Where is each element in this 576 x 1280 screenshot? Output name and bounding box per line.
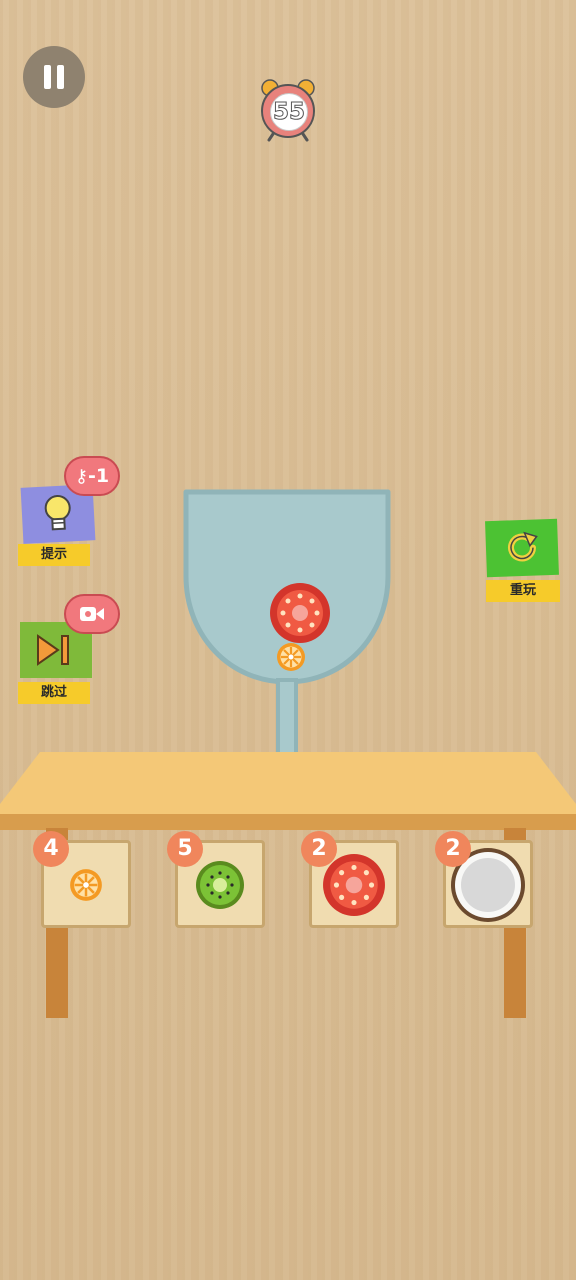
key-icon: ⚷ [74,466,89,487]
skip-forward-icon [37,634,69,666]
hint-cost-bubble: ⚷-1 [64,456,120,496]
replay-label: 重玩 [486,580,560,602]
table-edge [0,814,576,830]
replay-card [485,518,559,578]
slot-count-badge: 2 [301,831,337,867]
pause-button[interactable] [23,46,85,108]
skip-button[interactable]: 跳过 [18,594,128,706]
video-camera-icon [80,607,104,621]
tomato-slice-in-glass [270,583,330,643]
pause-icon-bar-right [57,65,64,89]
refresh-icon [508,531,538,562]
hint-cost: -1 [88,465,110,487]
wine-glass [180,486,394,796]
hint-button[interactable]: ⚷-1 提示 [18,456,128,568]
slot-count-badge: 4 [33,831,69,867]
pause-icon-bar-left [44,65,51,89]
timer-value: 55 [270,93,308,131]
lightbulb-icon [44,495,71,531]
replay-button[interactable]: 重玩 [485,518,560,604]
kiwi-slice-icon [196,861,244,909]
video-ad-bubble [64,594,120,634]
orange-slice-icon [70,869,102,901]
table-top [0,752,576,818]
slot-count-badge: 5 [167,831,203,867]
skip-label: 跳过 [18,682,90,704]
hint-label: 提示 [18,544,90,566]
tomato-slice-icon [323,854,385,916]
orange-slice-in-glass [277,643,305,671]
slot-count-badge: 2 [435,831,471,867]
countdown-timer: 55 [253,76,323,142]
